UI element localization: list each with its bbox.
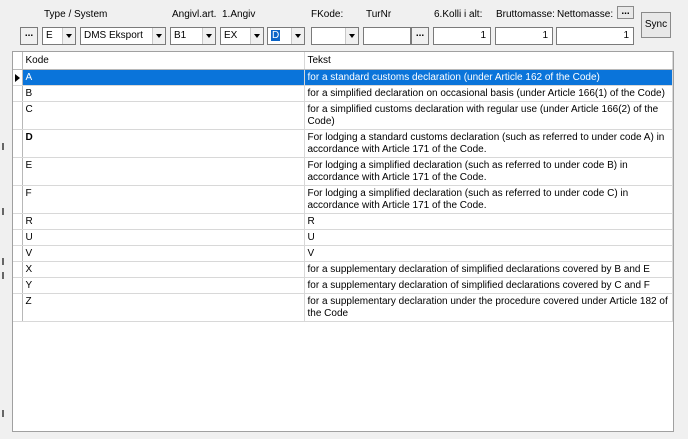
fkode-select[interactable] <box>311 27 359 45</box>
table-row[interactable]: VV <box>13 245 673 262</box>
table-row[interactable]: E For lodging a simplified declaration (s… <box>13 157 673 186</box>
type-system-label: Type / System <box>44 9 108 20</box>
cell-kode[interactable]: A <box>22 69 305 86</box>
bruttomasse-input[interactable]: 1 <box>495 27 553 45</box>
cell-kode[interactable]: Y <box>22 277 305 294</box>
row-header[interactable] <box>13 229 23 246</box>
chevron-down-icon[interactable] <box>62 28 75 44</box>
cell-kode[interactable]: U <box>22 229 305 246</box>
chevron-down-icon[interactable] <box>152 28 165 44</box>
cell-kode[interactable]: F <box>22 185 305 214</box>
turnr-input[interactable] <box>363 27 411 45</box>
cell-tekst[interactable]: U <box>304 229 673 246</box>
table-row[interactable]: Zfor a supplementary declaration under t… <box>13 293 673 322</box>
table-row[interactable]: D For lodging a standard customs declarat… <box>13 129 673 158</box>
row-header[interactable] <box>13 213 23 230</box>
cell-tekst[interactable]: for a supplementary declaration under th… <box>304 293 673 322</box>
row-header[interactable] <box>13 101 23 130</box>
nettomasse-label: Nettomasse: <box>557 9 614 20</box>
angiv2-select[interactable]: D <box>267 27 305 45</box>
cell-kode[interactable]: C <box>22 101 305 130</box>
cell-kode[interactable]: Z <box>22 293 305 322</box>
chevron-down-icon[interactable] <box>345 28 358 44</box>
table-row[interactable]: Bfor a simplified declaration on occasio… <box>13 85 673 102</box>
angivl-art-label: Angivl.art. <box>172 9 217 20</box>
table-row[interactable]: Yfor a supplementary declaration of simp… <box>13 277 673 294</box>
cell-tekst[interactable]: R <box>304 213 673 230</box>
cell-kode[interactable]: V <box>22 245 305 262</box>
cell-tekst[interactable]: For lodging a standard customs declarati… <box>304 129 673 158</box>
bruttomasse-label: Bruttomasse: <box>496 9 555 20</box>
left-edge-mark <box>2 258 4 265</box>
row-header[interactable] <box>13 293 23 322</box>
row-header[interactable] <box>13 129 23 158</box>
nettomasse-input[interactable]: 1 <box>556 27 634 45</box>
table-row[interactable]: Afor a standard customs declaration (und… <box>13 69 673 86</box>
cell-kode[interactable]: E <box>22 157 305 186</box>
row-header-corner <box>13 52 23 70</box>
row-header[interactable] <box>13 69 23 86</box>
left-edge-mark <box>2 272 4 279</box>
table-row[interactable]: Cfor a simplified customs declaration wi… <box>13 101 673 130</box>
cell-tekst[interactable]: V <box>304 245 673 262</box>
chevron-down-icon[interactable] <box>291 28 304 44</box>
row-header[interactable] <box>13 261 23 278</box>
grid-header-row: Kode Tekst <box>13 52 673 70</box>
table-row[interactable]: Xfor a supplementary declaration of simp… <box>13 261 673 278</box>
cell-tekst[interactable]: for a simplified customs declaration wit… <box>304 101 673 130</box>
angiv1-label: 1.Angiv <box>222 9 256 20</box>
kolli-label: 6.Kolli i alt: <box>434 9 483 20</box>
code-grid: Kode Tekst Afor a standard customs decla… <box>12 51 674 432</box>
angivl-art-select[interactable]: B1 <box>170 27 216 45</box>
chevron-down-icon[interactable] <box>202 28 215 44</box>
type-select[interactable]: E <box>42 27 76 45</box>
column-header-tekst[interactable]: Tekst <box>304 52 673 70</box>
cell-tekst[interactable]: For lodging a simplified declaration (su… <box>304 185 673 214</box>
turnr-label: TurNr <box>366 9 392 20</box>
cell-tekst[interactable]: For lodging a simplified declaration (su… <box>304 157 673 186</box>
row-header[interactable] <box>13 185 23 214</box>
fkode-label: FKode: <box>311 9 344 20</box>
cell-kode[interactable]: D <box>22 129 305 158</box>
cell-tekst[interactable]: for a supplementary declaration of simpl… <box>304 261 673 278</box>
header-toolbar: Type / System Angivl.art. 1.Angiv FKode:… <box>0 0 688 52</box>
angiv1-select[interactable]: EX <box>220 27 264 45</box>
left-edge-mark <box>2 143 4 150</box>
cell-tekst[interactable]: for a supplementary declaration of simpl… <box>304 277 673 294</box>
column-header-kode[interactable]: Kode <box>22 52 305 70</box>
table-row[interactable]: RR <box>13 213 673 230</box>
grid-body: Afor a standard customs declaration (und… <box>13 69 673 322</box>
row-header[interactable] <box>13 277 23 294</box>
row-header[interactable] <box>13 85 23 102</box>
current-row-pointer-icon <box>15 73 20 82</box>
cell-tekst[interactable]: for a simplified declaration on occasion… <box>304 85 673 102</box>
netto-lookup-button[interactable]: ... <box>617 6 634 19</box>
type-lookup-button[interactable]: ... <box>20 27 38 45</box>
cell-kode[interactable]: B <box>22 85 305 102</box>
kolli-input[interactable]: 1 <box>433 27 491 45</box>
turnr-lookup-button[interactable]: ... <box>411 27 429 45</box>
row-header[interactable] <box>13 245 23 262</box>
sync-button[interactable]: Sync <box>641 12 671 38</box>
table-row[interactable]: F For lodging a simplified declaration (s… <box>13 185 673 214</box>
system-select[interactable]: DMS Eksport <box>80 27 166 45</box>
left-edge-mark <box>2 208 4 215</box>
cell-kode[interactable]: X <box>22 261 305 278</box>
left-edge-mark <box>2 410 4 417</box>
table-row[interactable]: UU <box>13 229 673 246</box>
chevron-down-icon[interactable] <box>250 28 263 44</box>
code-table: Kode Tekst Afor a standard customs decla… <box>13 52 673 322</box>
cell-kode[interactable]: R <box>22 213 305 230</box>
row-header[interactable] <box>13 157 23 186</box>
cell-tekst[interactable]: for a standard customs declaration (unde… <box>304 69 673 86</box>
